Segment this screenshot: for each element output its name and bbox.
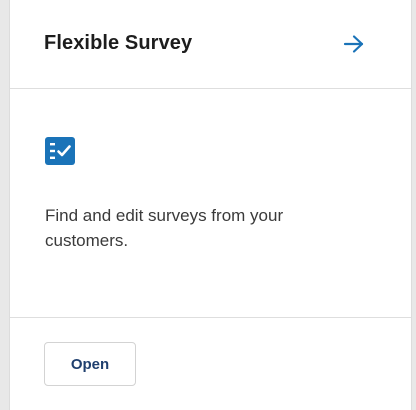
app-card: Flexible Survey Find and edit surveys fr… [9,0,412,410]
arrow-right-icon [343,35,364,53]
card-body: Find and edit surveys from your customer… [10,89,411,318]
page: Flexible Survey Find and edit surveys fr… [0,0,416,410]
card-footer: Open [10,318,411,410]
survey-checklist-icon [45,137,75,165]
open-arrow-link[interactable] [340,30,368,58]
open-button[interactable]: Open [44,342,136,386]
card-header: Flexible Survey [10,0,411,89]
card-description: Find and edit surveys from your customer… [45,206,284,250]
card-title: Flexible Survey [44,32,193,54]
